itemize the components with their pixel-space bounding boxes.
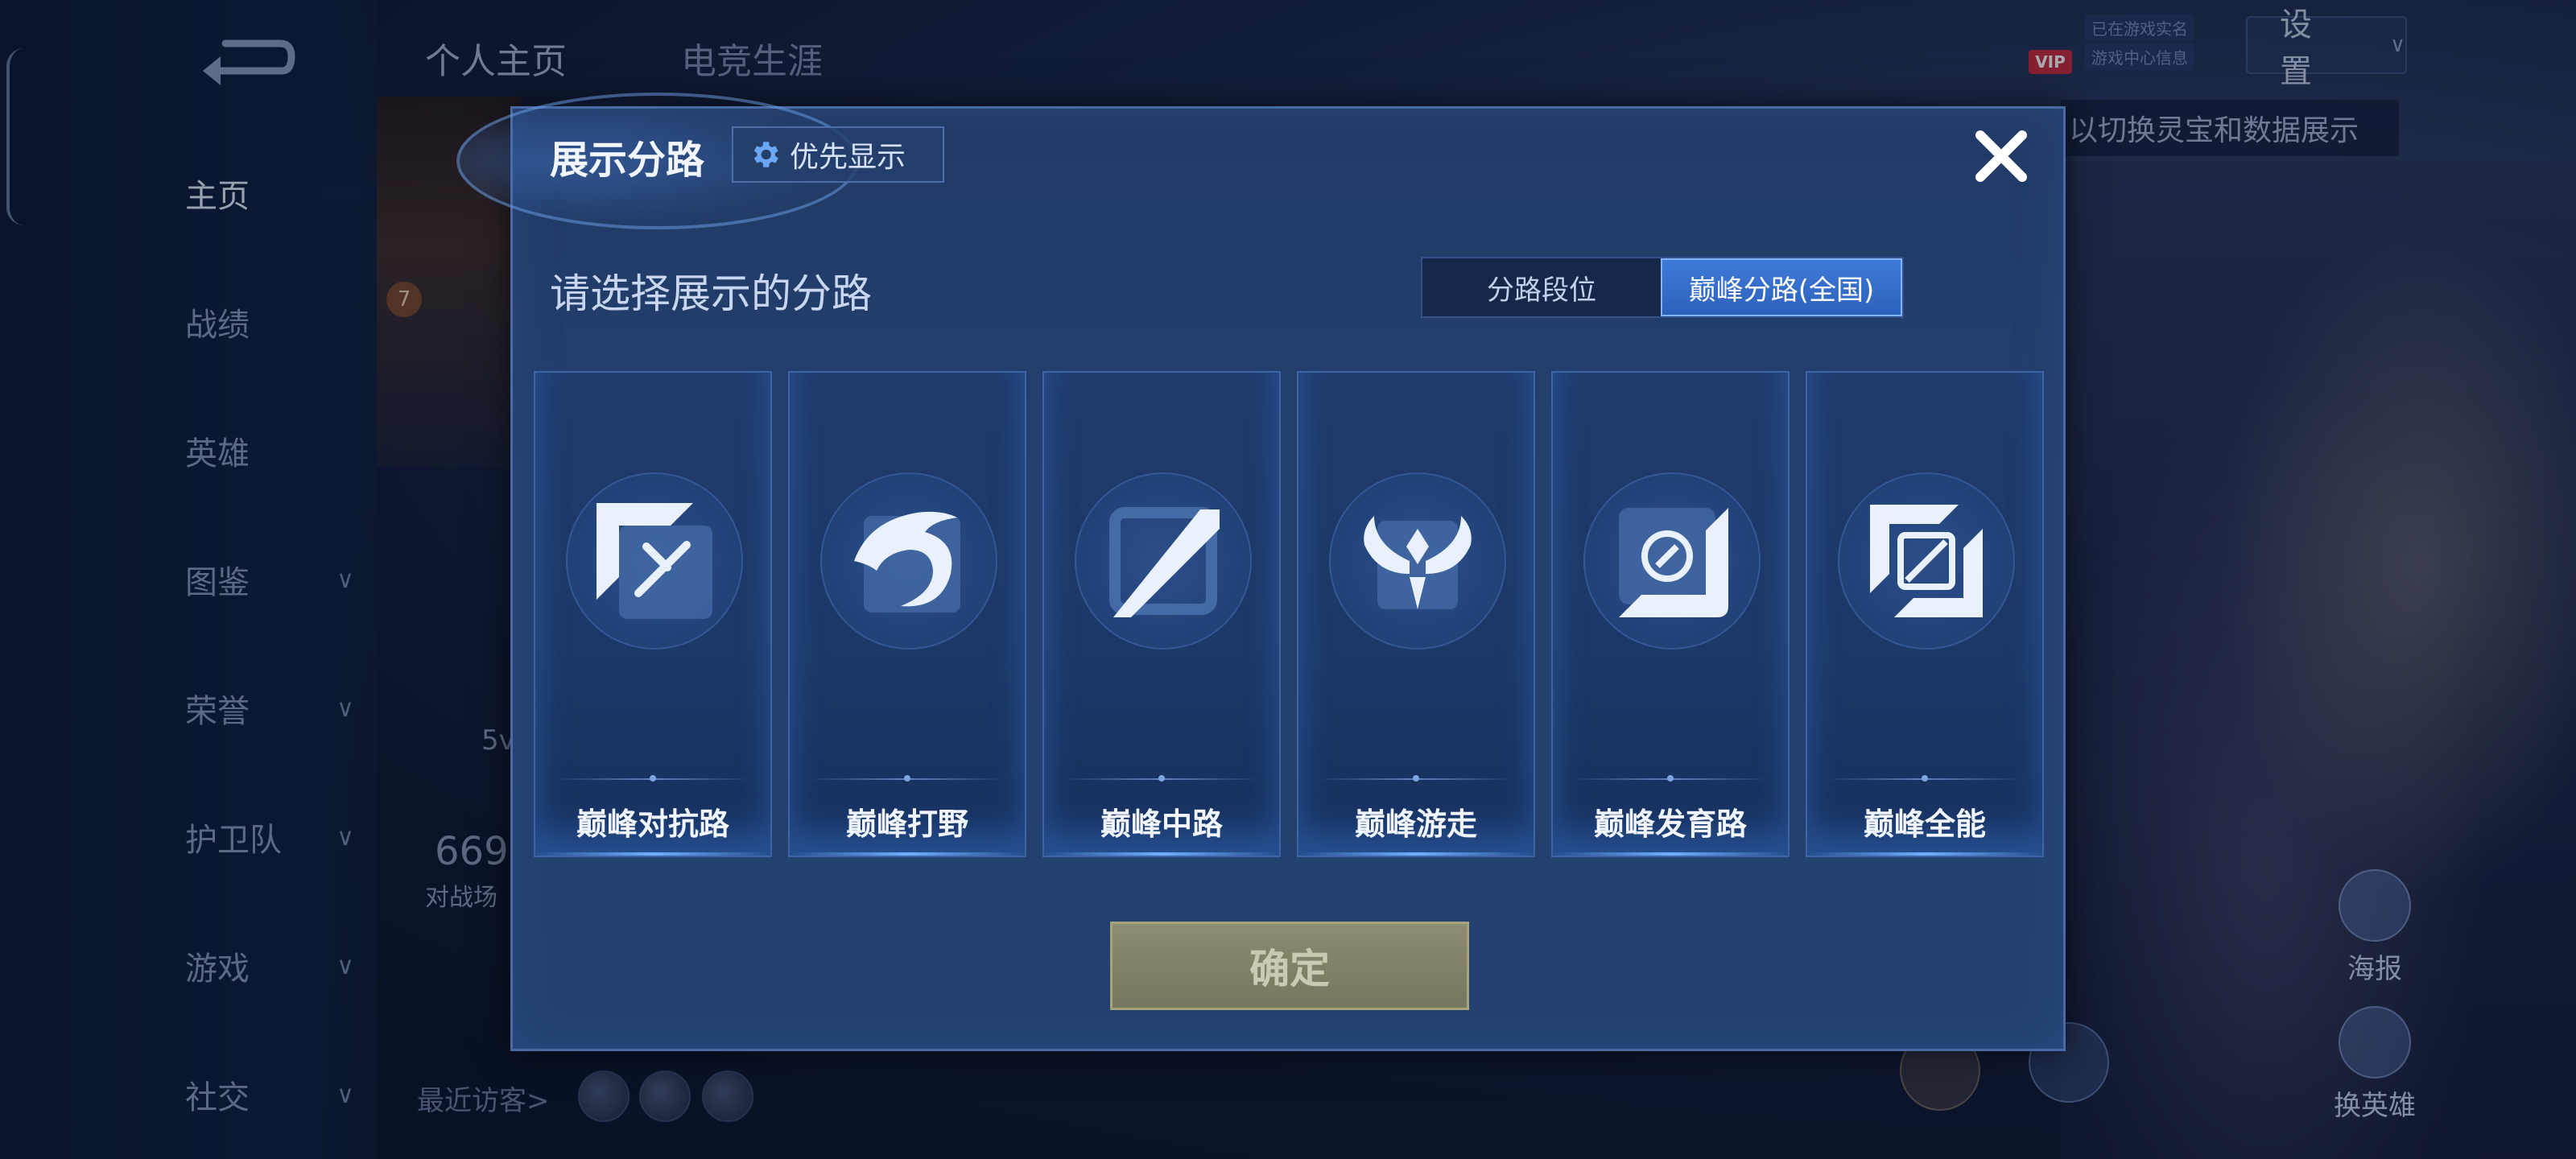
lane-card-roam[interactable]: 巅峰游走 [1297,371,1535,857]
priority-display-button[interactable]: 优先显示 [732,126,944,183]
lane-card-farm[interactable]: 巅峰发育路 [1551,371,1790,857]
card-divider [1572,775,1769,782]
card-divider [809,775,1005,782]
lane-card-label: 巅峰游走 [1354,806,1477,842]
farm-lane-icon [1583,472,1761,650]
lane-card-label: 巅峰中路 [1100,806,1223,842]
close-button[interactable] [1965,120,2037,192]
all-round-icon [1838,472,2015,650]
lane-card-label: 巅峰打野 [845,806,968,842]
lane-card-all-round[interactable]: 巅峰全能 [1806,371,2044,857]
lane-card-label: 巅峰全能 [1863,806,1986,842]
lane-card-clash[interactable]: 巅峰对抗路 [534,371,772,857]
card-divider [1063,775,1260,782]
card-divider [555,775,751,782]
confirm-button[interactable]: 确定 [1110,922,1469,1010]
card-divider [1318,775,1514,782]
dialog-subtitle: 请选择展示的分路 [550,270,872,317]
dialog-title: 展示分路 [550,138,705,183]
roam-icon [1329,472,1506,650]
lane-type-toggle: 分路段位 巅峰分路(全国) [1421,257,1904,318]
lane-display-dialog: 展示分路 优先显示 请选择展示的分路 分路段位 巅峰分路(全国) 巅峰对抗路 巅… [456,93,2066,1051]
toggle-peak-lane-national[interactable]: 巅峰分路(全国) [1661,258,1902,316]
close-icon [1975,130,2027,182]
card-divider [1827,775,2023,782]
gear-icon [748,138,782,171]
jungle-icon [820,472,997,650]
toggle-lane-rank[interactable]: 分路段位 [1422,258,1661,316]
lane-card-label: 巅峰发育路 [1593,806,1747,842]
lane-card-label: 巅峰对抗路 [576,806,729,842]
priority-display-label: 优先显示 [790,141,906,174]
mid-lane-icon [1075,472,1252,650]
lane-card-mid[interactable]: 巅峰中路 [1042,371,1281,857]
clash-lane-icon [566,472,743,650]
lane-card-jungle[interactable]: 巅峰打野 [788,371,1026,857]
lane-card-list: 巅峰对抗路 巅峰打野 巅峰中路 巅峰游走 巅峰发育路 巅峰全能 [534,371,2047,857]
